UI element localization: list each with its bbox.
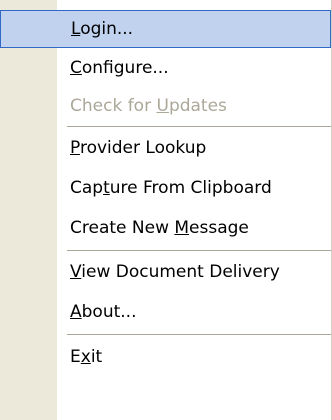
menu-item-configure[interactable]: Configure... <box>0 49 331 87</box>
menu-item-view-document-delivery-label: View Document Delivery <box>70 262 280 282</box>
menu-item-configure-label: Configure... <box>70 58 169 78</box>
menu-item-login-label: Login... <box>71 19 134 39</box>
menu-item-about[interactable]: About... <box>0 292 331 332</box>
menu-item-exit-label: Exit <box>70 347 103 367</box>
menu-separator <box>67 250 331 251</box>
menu-item-provider-lookup-label: Provider Lookup <box>70 138 207 158</box>
menu-separator <box>67 126 331 127</box>
menu-item-capture-from-clipboard[interactable]: Capture From Clipboard <box>0 168 331 208</box>
menu-item-create-new-message-label: Create New Message <box>70 218 249 238</box>
menu-item-capture-from-clipboard-label: Capture From Clipboard <box>70 178 272 198</box>
context-menu: Login... Configure... Check for Updates … <box>0 0 332 420</box>
menu-separator <box>67 334 331 335</box>
menu-item-login[interactable]: Login... <box>0 10 331 48</box>
menu-item-exit[interactable]: Exit <box>0 336 331 378</box>
menu-item-provider-lookup[interactable]: Provider Lookup <box>0 128 331 168</box>
menu-item-check-for-updates: Check for Updates <box>0 87 331 125</box>
menu-item-view-document-delivery[interactable]: View Document Delivery <box>0 252 331 292</box>
menu-item-check-for-updates-label: Check for Updates <box>70 96 227 116</box>
menu-item-create-new-message[interactable]: Create New Message <box>0 208 331 248</box>
menu-item-about-label: About... <box>70 302 137 322</box>
